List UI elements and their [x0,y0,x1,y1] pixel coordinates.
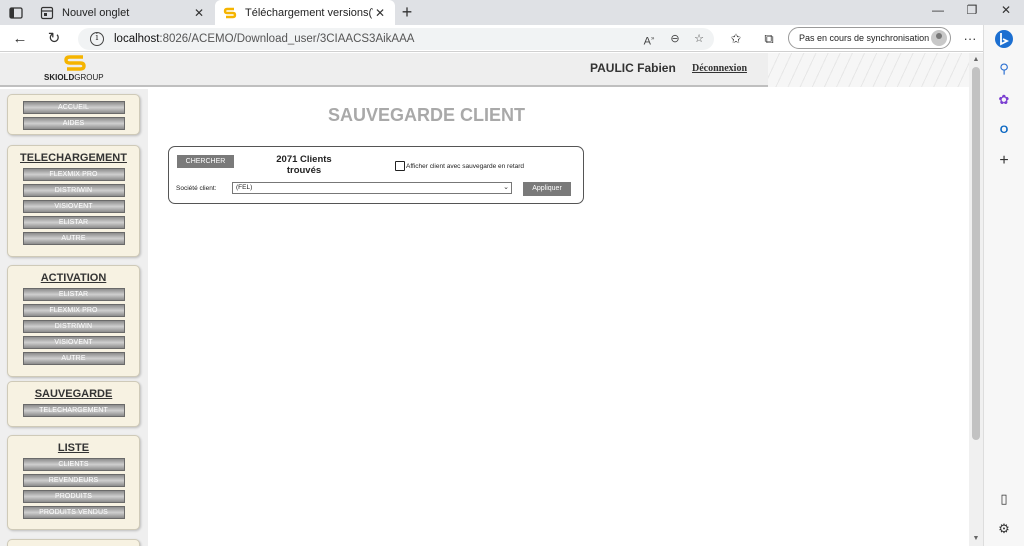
apply-button[interactable]: Appliquer [523,182,571,196]
favorites-icon[interactable]: ✩ [727,30,745,48]
menu-box-next [7,539,140,546]
outlook-icon[interactable]: O [995,121,1013,139]
header-decoration [768,53,969,87]
tab-bar: Nouvel onglet ✕ Téléchargement versions(… [0,0,1024,25]
collections-icon[interactable]: ⧉ [760,30,778,48]
search-icon[interactable]: ⚲ [995,60,1013,78]
menu-button-visiovent[interactable]: VISIOVENT [22,336,125,349]
close-tab-icon[interactable]: ✕ [373,6,387,20]
scrollbar-thumb[interactable] [972,67,980,440]
minimize-icon[interactable]: — [924,3,952,21]
refresh-icon[interactable]: ↻ [45,30,63,48]
shopping-icon[interactable]: ✿ [995,91,1013,109]
chevron-down-icon: ⌄ [503,184,509,191]
left-navigation: ACCUEIL AIDES TELECHARGEMENT FLEXMIX PRO… [0,89,148,546]
avatar [931,30,947,46]
tab-download-versions[interactable]: Téléchargement versions(Version ✕ [215,0,395,25]
menu-title-sauvegarde[interactable]: SAUVEGARDE [8,388,139,400]
company-select-label: Société client: [176,185,217,192]
page-scrollbar[interactable]: ▲ ▼ [969,53,983,546]
menu-box-top: ACCUEIL AIDES [7,94,140,135]
new-tab-plus-icon[interactable]: + [398,3,416,22]
restore-icon[interactable]: ❐ [958,3,986,21]
web-page: SKIOLDGROUP PAULIC Fabien Déconnexion AC… [0,53,969,546]
menu-box-liste: LISTE CLIENTS REVENDEURS PRODUITS PRODUI… [7,435,140,530]
tab-actions-icon[interactable] [8,5,24,21]
menu-button-distriwin[interactable]: DISTRIWIN [22,320,125,333]
menu-title-liste[interactable]: LISTE [8,442,139,454]
sync-profile-button[interactable]: Pas en cours de synchronisation [788,27,951,49]
menu-title-activation[interactable]: ACTIVATION [8,272,139,284]
menu-box-telechargement: TELECHARGEMENT FLEXMIX PRO DISTRIWIN VIS… [7,145,140,257]
menu-button-autre[interactable]: AUTRE [22,352,125,365]
add-sidebar-app-icon[interactable]: + [995,152,1013,170]
menu-box-activation: ACTIVATION ELISTAR FLEXMIX PRO DISTRIWIN… [7,265,140,377]
menu-button-clients[interactable]: CLIENTS [22,458,125,471]
close-tab-icon[interactable]: ✕ [192,6,206,20]
menu-button-visiovent[interactable]: VISIOVENT [22,200,125,213]
sidebar-panel-icon[interactable]: ▯ [995,490,1013,508]
menu-button-produits-vendus[interactable]: PRODUITS VENDUS [22,506,125,519]
menu-button-telechargement[interactable]: TELECHARGEMENT [22,404,125,417]
menu-button-flexmix-pro[interactable]: FLEXMIX PRO [22,304,125,317]
menu-button-elistar[interactable]: ELISTAR [22,216,125,229]
settings-gear-icon[interactable]: ⚙ [995,520,1013,538]
close-window-icon[interactable]: ✕ [992,3,1020,21]
back-arrow-icon[interactable]: ← [11,30,29,48]
client-count: 2071 Clients trouvés [276,154,332,176]
read-aloud-icon[interactable]: A» [640,30,658,48]
skiold-s-icon [64,55,86,71]
company-select[interactable]: (FEL) ⌄ [232,182,512,194]
menu-button-aides[interactable]: AIDES [22,117,125,130]
late-backup-label: Afficher client avec sauvegarde en retar… [406,163,525,170]
scroll-down-icon[interactable]: ▼ [972,535,980,543]
tab-new-tab[interactable]: Nouvel onglet ✕ [32,0,214,25]
page-title: SAUVEGARDE CLIENT [328,105,526,125]
menu-button-accueil[interactable]: ACCUEIL [22,101,125,114]
menu-button-revendeurs[interactable]: REVENDEURS [22,474,125,487]
more-menu-icon[interactable]: ··· [961,30,979,48]
url-input[interactable]: i localhost:8026/ACEMO/Download_user/3CI… [78,28,714,50]
menu-title-telechargement[interactable]: TELECHARGEMENT [8,152,139,164]
tab-title: Téléchargement versions(Version [245,6,373,19]
logo-wordmark: SKIOLDGROUP [44,73,104,82]
tab-title: Nouvel onglet [62,6,130,19]
menu-button-produits[interactable]: PRODUITS [22,490,125,503]
logout-link[interactable]: Déconnexion [692,63,747,74]
address-bar-row: ← ↻ i localhost:8026/ACEMO/Download_user… [0,25,1024,52]
edge-sidebar: ⚲ ✿ O + ▯ ⚙ [983,25,1024,546]
add-favorite-icon[interactable]: ☆ [690,30,708,48]
skiold-s-icon [223,7,237,18]
menu-button-elistar[interactable]: ELISTAR [22,288,125,301]
zoom-icon[interactable]: ⊖ [666,30,684,48]
user-name: PAULIC Fabien [590,61,676,75]
search-panel: CHERCHER 2071 Clients trouvés Afficher c… [168,146,584,204]
menu-button-flexmix-pro[interactable]: FLEXMIX PRO [22,168,125,181]
search-button[interactable]: CHERCHER [177,155,234,168]
menu-button-autre[interactable]: AUTRE [22,232,125,245]
sync-label: Pas en cours de synchronisation [799,33,930,43]
skiold-logo[interactable]: SKIOLDGROUP [44,54,106,85]
menu-box-sauvegarde: SAUVEGARDE TELECHARGEMENT [7,381,140,427]
company-select-value: (FEL) [236,184,253,191]
scroll-up-icon[interactable]: ▲ [972,56,980,64]
bing-copilot-icon[interactable] [994,29,1014,49]
url-text: localhost:8026/ACEMO/Download_user/3CIAA… [114,33,415,45]
site-header: SKIOLDGROUP PAULIC Fabien Déconnexion [0,53,969,87]
site-info-icon[interactable]: i [90,32,104,46]
menu-button-distriwin[interactable]: DISTRIWIN [22,184,125,197]
late-backup-checkbox[interactable] [395,161,405,171]
page-icon [40,6,54,19]
